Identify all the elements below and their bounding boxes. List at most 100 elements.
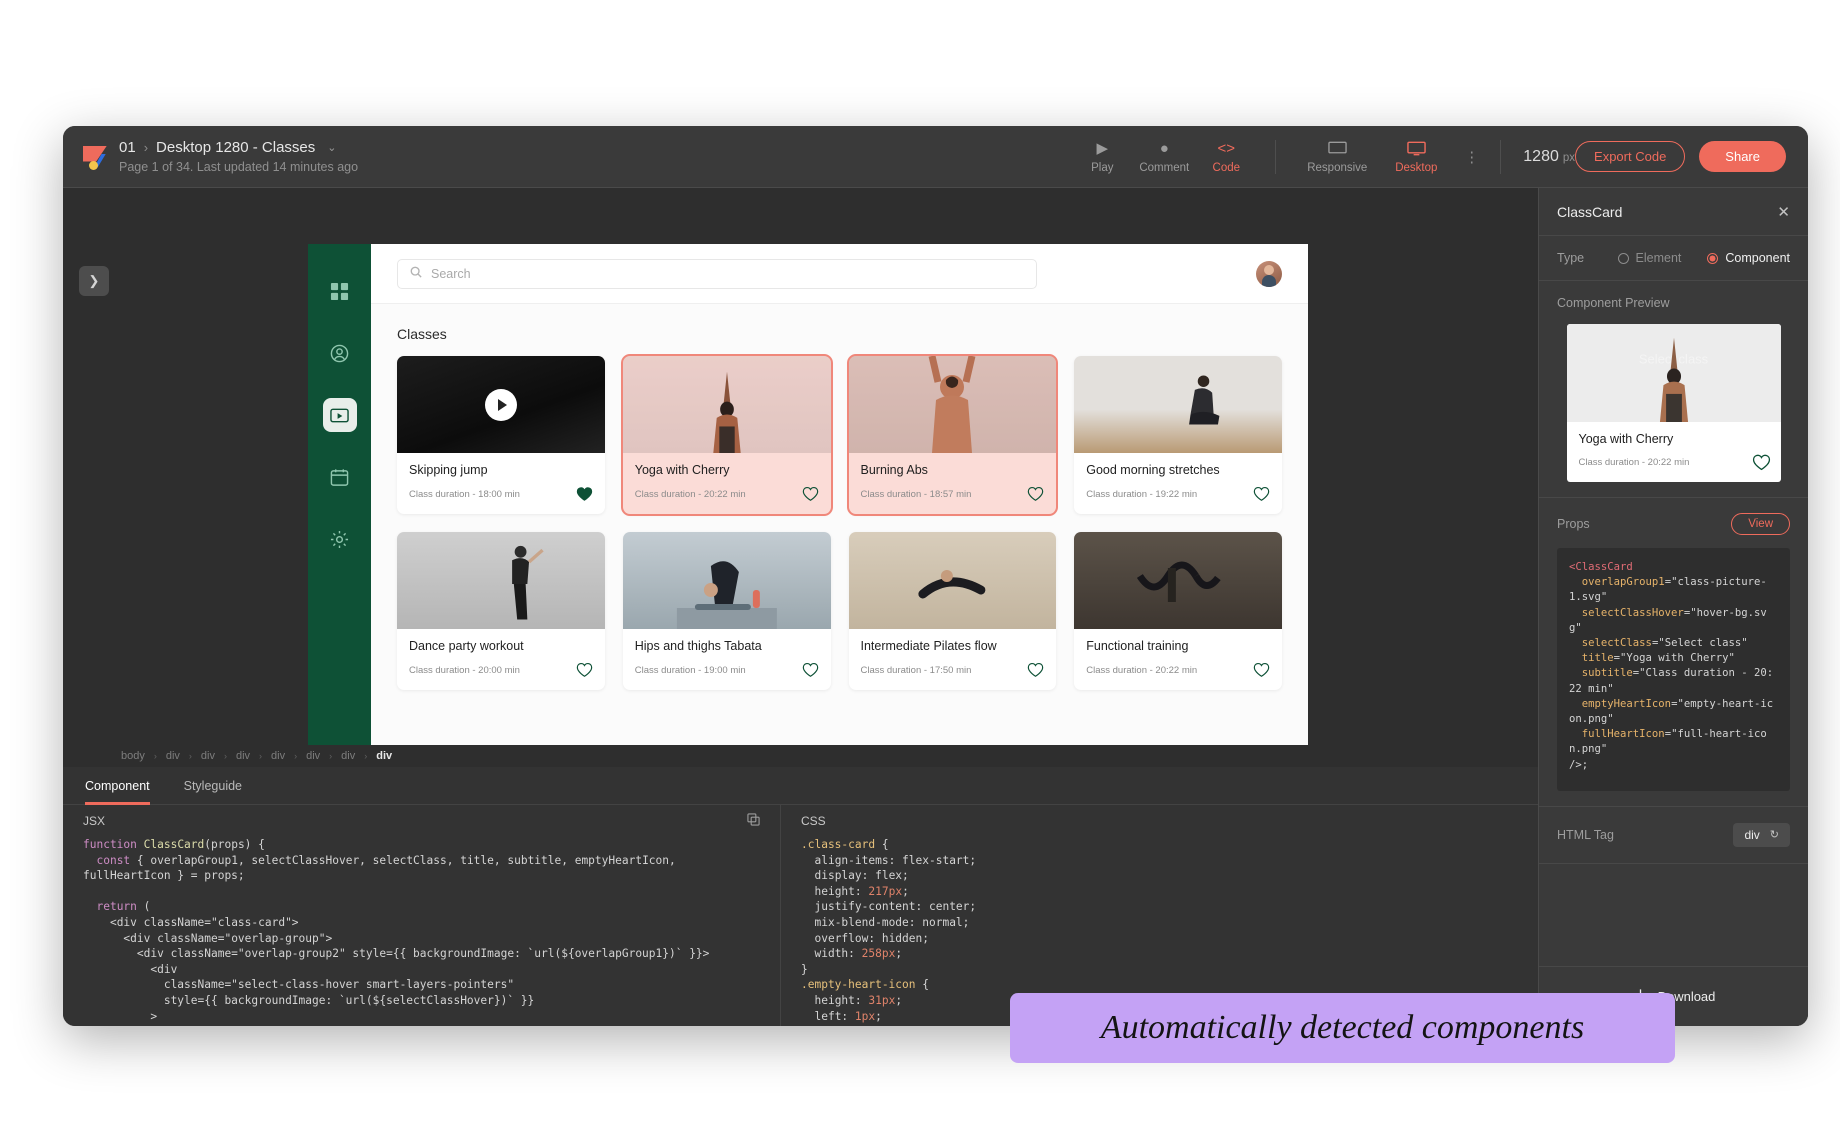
toolbar-divider-2	[1500, 140, 1501, 174]
view-props-button[interactable]: View	[1731, 513, 1790, 535]
search-icon	[410, 266, 422, 281]
search-placeholder: Search	[431, 267, 471, 281]
empty-heart-icon[interactable]	[1253, 486, 1270, 502]
app-main: Search Classes	[371, 244, 1308, 764]
breadcrumb-project[interactable]: 01	[119, 139, 136, 156]
tool-comment-label: Comment	[1139, 162, 1189, 174]
empty-heart-icon[interactable]	[1027, 486, 1044, 502]
page-meta-subtitle: Page 1 of 34. Last updated 14 minutes ag…	[119, 160, 358, 174]
sidebar-item-calendar[interactable]	[323, 460, 357, 494]
dom-node-4[interactable]: div	[271, 750, 285, 762]
toolbar: ▶ Play ● Comment <> Code	[1071, 140, 1575, 174]
class-duration: Class duration - 18:00 min	[409, 489, 520, 500]
dom-node-3[interactable]: div	[236, 750, 250, 762]
export-code-button[interactable]: Export Code	[1575, 141, 1685, 172]
class-title: Dance party workout	[409, 639, 593, 653]
radio-icon	[1618, 253, 1629, 264]
app-header: Search	[371, 244, 1308, 304]
props-source[interactable]: <ClassCard overlapGroup1="class-picture-…	[1569, 560, 1778, 773]
chevron-right-icon: ›	[224, 751, 227, 761]
class-card[interactable]: Dance party workout Class duration - 20:…	[397, 532, 605, 690]
tab-styleguide[interactable]: Styleguide	[184, 767, 242, 805]
tool-code-label: Code	[1213, 162, 1241, 174]
component-preview-label: Component Preview	[1557, 296, 1790, 310]
expand-panel-button[interactable]: ❯	[79, 266, 109, 296]
component-preview-section: Component Preview Select class Yoga with…	[1539, 281, 1808, 498]
caption-banner: Automatically detected components	[1010, 993, 1675, 1063]
class-title: Hips and thighs Tabata	[635, 639, 819, 653]
class-card-selected[interactable]: div ClassCard	[849, 356, 1057, 514]
class-card-selected[interactable]: div ClassCard	[623, 356, 831, 514]
stretch-pose-illustration	[1166, 374, 1238, 444]
play-icon	[498, 399, 507, 411]
avatar[interactable]	[1256, 261, 1282, 287]
radio-element[interactable]: Element	[1618, 251, 1682, 265]
sidebar-item-settings[interactable]	[323, 522, 357, 556]
more-options-icon[interactable]: ⋮	[1452, 148, 1492, 166]
class-title: Yoga with Cherry	[635, 463, 819, 477]
empty-heart-icon[interactable]	[1253, 662, 1270, 678]
tab-component[interactable]: Component	[85, 767, 150, 805]
chevron-down-icon[interactable]: ⌄	[327, 141, 336, 154]
code-icon: <>	[1218, 140, 1236, 157]
class-card[interactable]: Hips and thighs Tabata Class duration - …	[623, 532, 831, 690]
viewport-width-field[interactable]: 1280px	[1523, 148, 1575, 166]
chevron-right-icon: ›	[154, 751, 157, 761]
class-thumbnail	[623, 532, 831, 629]
props-section: Props View <ClassCard overlapGroup1="cla…	[1539, 498, 1808, 807]
dom-node-5[interactable]: div	[306, 750, 320, 762]
dance-pose-illustration	[480, 540, 565, 622]
empty-heart-icon[interactable]	[802, 486, 819, 502]
dom-node-2[interactable]: div	[201, 750, 215, 762]
class-title: Intermediate Pilates flow	[861, 639, 1045, 653]
search-input[interactable]: Search	[397, 259, 1037, 289]
component-preview-card[interactable]: Select class Yoga with Cherry Class dura…	[1567, 324, 1781, 482]
class-card[interactable]: Good morning stretches Class duration - …	[1074, 356, 1282, 514]
class-title: Functional training	[1086, 639, 1270, 653]
jsx-pane-header: JSX	[63, 805, 780, 837]
tool-code[interactable]: <> Code	[1195, 140, 1257, 174]
sidebar-item-profile[interactable]	[323, 336, 357, 370]
radio-component-label: Component	[1725, 251, 1790, 265]
class-duration: Class duration - 17:50 min	[861, 665, 972, 676]
dom-node-1[interactable]: div	[166, 750, 180, 762]
viewport-responsive[interactable]: Responsive	[1294, 140, 1380, 174]
class-thumbnail	[397, 356, 605, 453]
tool-play[interactable]: ▶ Play	[1071, 140, 1133, 174]
dom-node-current[interactable]: div	[376, 750, 392, 762]
classes-content: Classes Skipping jump Class	[371, 304, 1308, 690]
empty-heart-icon[interactable]	[802, 662, 819, 678]
breadcrumb-page[interactable]: Desktop 1280 - Classes	[156, 139, 315, 156]
tabata-pose-illustration	[623, 532, 831, 629]
dom-node-body[interactable]: body	[121, 750, 145, 762]
viewport-desktop[interactable]: Desktop	[1380, 140, 1452, 174]
dom-node-6[interactable]: div	[341, 750, 355, 762]
class-card[interactable]: Skipping jump Class duration - 18:00 min	[397, 356, 605, 514]
tool-comment[interactable]: ● Comment	[1133, 140, 1195, 174]
reset-icon[interactable]: ↻	[1770, 828, 1779, 841]
yoga-pose-illustration	[684, 370, 770, 453]
sidebar-item-classes[interactable]	[323, 398, 357, 432]
yoga-pose-illustration	[1630, 336, 1718, 422]
share-button[interactable]: Share	[1699, 141, 1786, 172]
type-section: Type Element Component	[1539, 236, 1808, 281]
jsx-source[interactable]: function ClassCard(props) { const { over…	[63, 837, 780, 1026]
class-title: Good morning stretches	[1086, 463, 1270, 477]
sidebar-item-dashboard[interactable]	[323, 274, 357, 308]
empty-heart-icon[interactable]	[1027, 662, 1044, 678]
chevron-right-icon: ›	[364, 751, 367, 761]
full-heart-icon[interactable]	[576, 486, 593, 502]
empty-heart-icon[interactable]	[576, 662, 593, 678]
responsive-icon	[1328, 140, 1347, 157]
class-card[interactable]: Functional training Class duration - 20:…	[1074, 532, 1282, 690]
pilates-pose-illustration	[849, 532, 1057, 629]
close-icon[interactable]: ✕	[1777, 203, 1790, 221]
play-button[interactable]	[485, 389, 517, 421]
copy-icon[interactable]	[747, 813, 760, 829]
html-tag-selector[interactable]: div ↻	[1733, 823, 1790, 847]
radio-component[interactable]: Component	[1707, 251, 1790, 265]
class-card[interactable]: Intermediate Pilates flow Class duration…	[849, 532, 1057, 690]
chevron-right-icon: ›	[294, 751, 297, 761]
class-thumbnail	[849, 356, 1057, 453]
empty-heart-icon[interactable]	[1752, 454, 1769, 470]
